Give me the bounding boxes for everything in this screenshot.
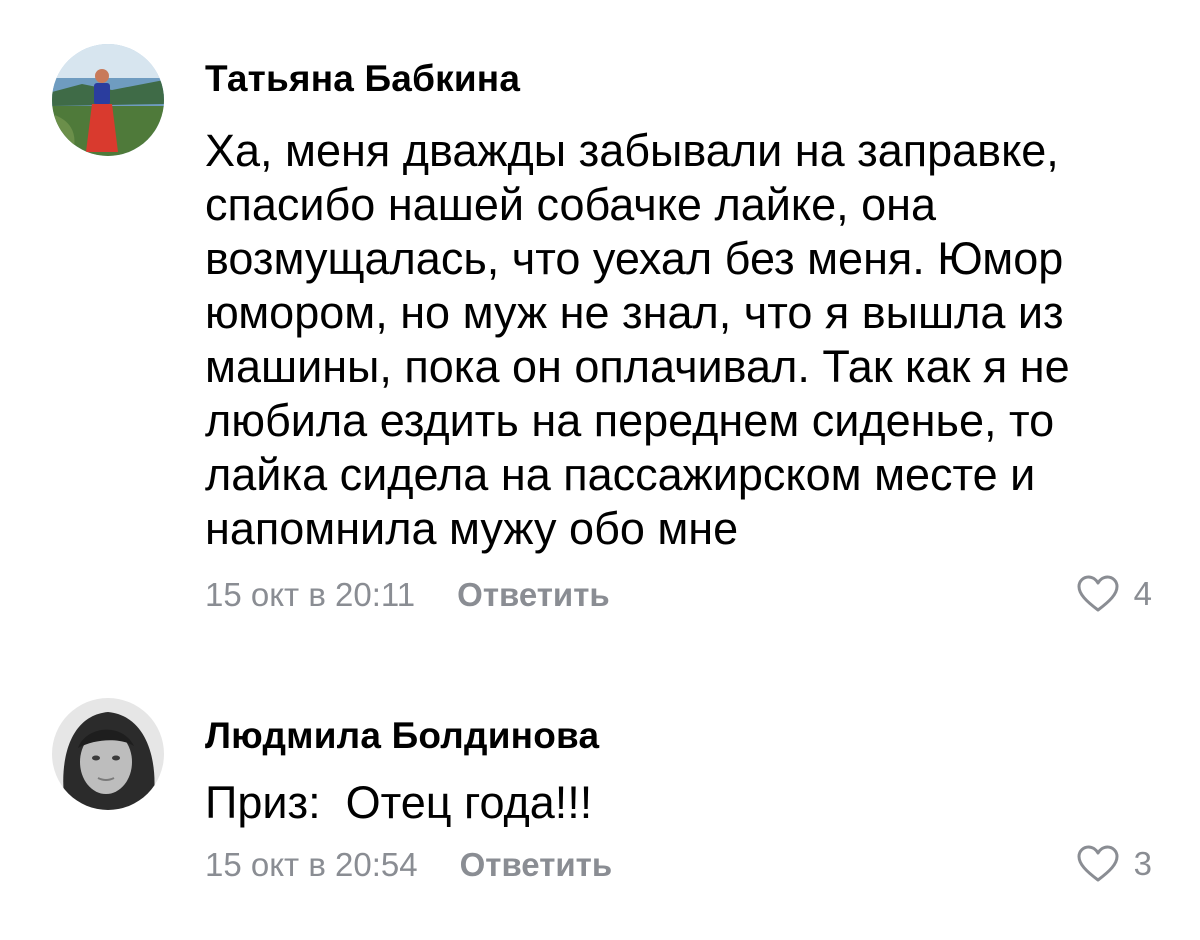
author-name[interactable]: Людмила Болдинова	[205, 715, 599, 757]
comment-text: Ха, меня дважды забывали на заправке, сп…	[205, 124, 1165, 556]
heart-outline-icon	[1076, 844, 1120, 884]
reply-button[interactable]: Ответить	[457, 576, 610, 614]
avatar[interactable]	[52, 44, 164, 156]
like-button[interactable]: 4	[1076, 574, 1152, 614]
timestamp: 15 окт в 20:54	[205, 846, 418, 883]
avatar-photo	[52, 44, 164, 156]
avatar-photo	[52, 698, 164, 810]
comment-meta: 15 окт в 20:11 Ответить	[205, 576, 610, 614]
timestamp: 15 окт в 20:11	[205, 576, 416, 613]
like-button[interactable]: 3	[1076, 844, 1152, 884]
comment-text: Приз: Отец года!!!	[205, 776, 1165, 830]
comment-text-line: лайка сидела на пассажирском месте и	[205, 449, 1036, 500]
author-name[interactable]: Татьяна Бабкина	[205, 58, 520, 100]
like-count: 4	[1133, 575, 1152, 612]
comment: Людмила Болдинова Приз: Отец года!!! 15 …	[0, 680, 1200, 900]
like-count: 3	[1133, 845, 1152, 882]
reply-button[interactable]: Ответить	[460, 846, 613, 884]
comment-text-line: напомнила мужу обо мне	[205, 503, 739, 554]
comment-text-line: машины, пока он оплачивал. Так как я не	[205, 341, 1070, 392]
comment-text-line: Ха, меня дважды забывали на заправке,	[205, 125, 1059, 176]
comment-text-line: возмущалась, что уехал без меня. Юмор	[205, 233, 1064, 284]
comment-text-line: Приз: Отец года!!!	[205, 777, 593, 828]
comment-text-line: любила ездить на переднем сиденье, то	[205, 395, 1055, 446]
heart-outline-icon	[1076, 574, 1120, 614]
comment-text-line: спасибо нашей собачке лайке, она	[205, 179, 937, 230]
avatar[interactable]	[52, 698, 164, 810]
comment: Татьяна Бабкина Ха, меня дважды забывали…	[0, 0, 1200, 640]
comment-text-line: юмором, но муж не знал, что я вышла из	[205, 287, 1064, 338]
comment-meta: 15 окт в 20:54 Ответить	[205, 846, 612, 884]
